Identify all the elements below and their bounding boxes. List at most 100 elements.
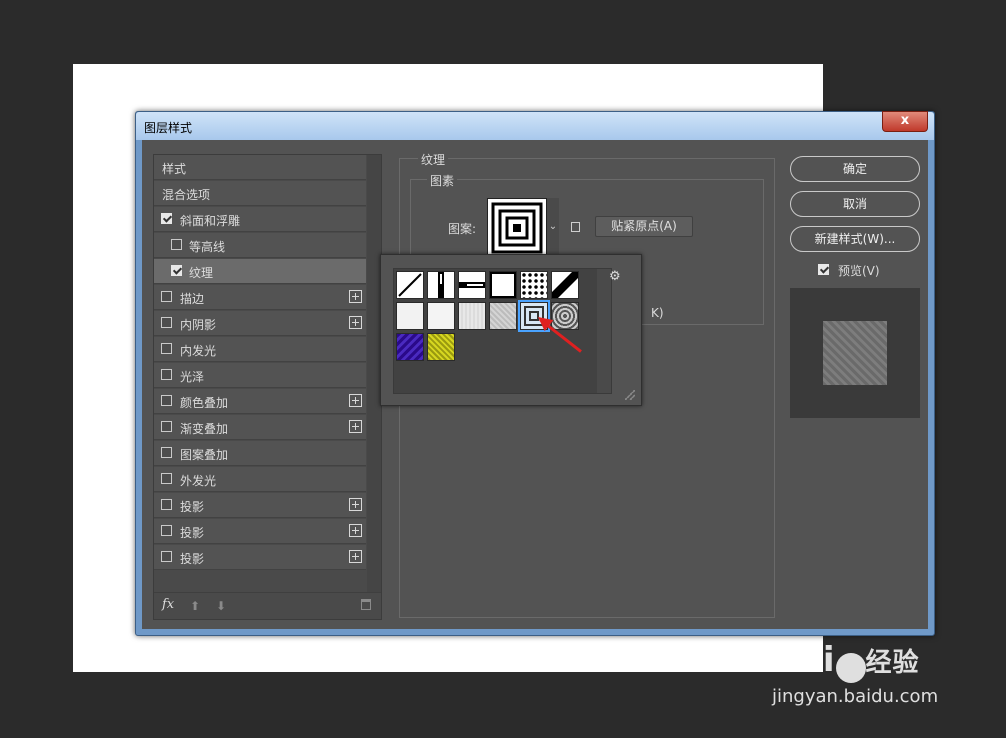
style-item-pattern-overlay[interactable]: 图案叠加 <box>154 441 366 466</box>
pattern-swatch[interactable] <box>458 271 486 299</box>
style-item-label: 内发光 <box>180 344 217 358</box>
add-gradient-overlay-icon[interactable] <box>349 420 362 433</box>
add-color-overlay-icon[interactable] <box>349 394 362 407</box>
style-item-inner-glow[interactable]: 内发光 <box>154 337 366 362</box>
add-drop-shadow-icon[interactable] <box>349 524 362 537</box>
dialog-title: 图层样式 <box>144 121 193 135</box>
add-drop-shadow-icon[interactable] <box>349 550 362 563</box>
dialog-client: 样式 混合选项 斜面和浮雕 等高线 纹理 描边 内阴影 内发光 光泽 颜色叠加 … <box>142 140 928 629</box>
style-item-label: 斜面和浮雕 <box>180 214 241 228</box>
pattern-label: 图案: <box>448 222 477 236</box>
style-preview <box>790 288 920 418</box>
style-item-label: 光泽 <box>180 370 205 384</box>
move-up-icon[interactable]: ⬆ <box>190 599 200 613</box>
style-item-label: 纹理 <box>189 266 214 280</box>
style-list-toolbar: fx ⬆ ⬇ <box>154 592 381 619</box>
texture-checkbox[interactable] <box>171 265 182 276</box>
ok-button[interactable]: 确定 <box>790 156 920 182</box>
add-inner-shadow-icon[interactable] <box>349 316 362 329</box>
preview-checkbox[interactable] <box>818 264 829 275</box>
pattern-swatch[interactable] <box>551 302 579 330</box>
gear-icon[interactable]: ⚙ <box>609 269 621 284</box>
blend-options-label: 混合选项 <box>162 188 211 202</box>
style-header-label: 样式 <box>162 162 187 176</box>
elements-group-title: 图素 <box>427 172 458 189</box>
stroke-checkbox[interactable] <box>161 291 172 302</box>
outer-glow-checkbox[interactable] <box>161 473 172 484</box>
snap-to-origin-button[interactable]: 贴紧原点(A) <box>595 216 693 237</box>
pattern-thumbnail[interactable] <box>487 198 547 258</box>
resize-grip-icon[interactable] <box>625 390 635 400</box>
pattern-swatch[interactable] <box>427 302 455 330</box>
satin-checkbox[interactable] <box>161 369 172 380</box>
preview-swatch <box>823 321 887 385</box>
cancel-button[interactable]: 取消 <box>790 191 920 217</box>
move-down-icon[interactable]: ⬇ <box>216 599 226 613</box>
style-item-contour[interactable]: 等高线 <box>154 233 366 258</box>
pattern-swatch[interactable] <box>396 333 424 361</box>
blend-options-item[interactable]: 混合选项 <box>154 181 366 206</box>
pattern-swatch[interactable] <box>520 271 548 299</box>
pattern-swatch[interactable] <box>427 271 455 299</box>
preview-label: 预览(V) <box>838 264 880 278</box>
add-stroke-icon[interactable] <box>349 290 362 303</box>
watermark-brand: Bai <box>772 640 836 680</box>
style-item-label: 描边 <box>180 292 205 306</box>
pattern-swatch[interactable] <box>458 302 486 330</box>
inner-glow-checkbox[interactable] <box>161 343 172 354</box>
pattern-swatch[interactable] <box>488 270 518 300</box>
style-item-label: 投影 <box>180 526 205 540</box>
close-button[interactable]: x <box>882 111 928 132</box>
pattern-grid <box>393 268 612 394</box>
style-item-color-overlay[interactable]: 颜色叠加 <box>154 389 366 414</box>
fx-icon[interactable]: fx <box>162 597 174 612</box>
style-item-texture[interactable]: 纹理 <box>154 259 366 284</box>
style-item-label: 颜色叠加 <box>180 396 229 410</box>
contour-checkbox[interactable] <box>171 239 182 250</box>
inner-shadow-checkbox[interactable] <box>161 317 172 328</box>
pattern-swatch[interactable] <box>489 302 517 330</box>
pattern-grid-scrollbar[interactable] <box>597 269 611 393</box>
color-overlay-checkbox[interactable] <box>161 395 172 406</box>
style-item-drop-shadow-3[interactable]: 投影 <box>154 545 366 570</box>
style-item-drop-shadow-2[interactable]: 投影 <box>154 519 366 544</box>
style-item-label: 投影 <box>180 552 205 566</box>
style-item-label: 内阴影 <box>180 318 217 332</box>
drop-shadow-checkbox[interactable] <box>161 499 172 510</box>
new-style-button[interactable]: 新建样式(W)... <box>790 226 920 252</box>
gradient-overlay-checkbox[interactable] <box>161 421 172 432</box>
drop-shadow-checkbox[interactable] <box>161 525 172 536</box>
style-item-satin[interactable]: 光泽 <box>154 363 366 388</box>
style-item-label: 图案叠加 <box>180 448 229 462</box>
style-item-label: 投影 <box>180 500 205 514</box>
style-item-drop-shadow-1[interactable]: 投影 <box>154 493 366 518</box>
layer-style-dialog: 图层样式 x 样式 混合选项 斜面和浮雕 等高线 纹理 描边 内阴影 内发光 光… <box>135 111 935 636</box>
style-list: 样式 混合选项 斜面和浮雕 等高线 纹理 描边 内阴影 内发光 光泽 颜色叠加 … <box>153 154 382 620</box>
style-list-header[interactable]: 样式 <box>154 155 366 180</box>
style-item-bevel-emboss[interactable]: 斜面和浮雕 <box>154 207 366 232</box>
pattern-overlay-checkbox[interactable] <box>161 447 172 458</box>
add-drop-shadow-icon[interactable] <box>349 498 362 511</box>
pattern-swatch[interactable] <box>396 302 424 330</box>
style-item-stroke[interactable]: 描边 <box>154 285 366 310</box>
style-item-gradient-overlay[interactable]: 渐变叠加 <box>154 415 366 440</box>
watermark: Bai 经验 jingyan.baidu.com <box>772 640 938 707</box>
style-item-label: 等高线 <box>189 240 226 254</box>
pattern-dropdown-icon[interactable]: ⌄ <box>547 198 559 256</box>
style-list-scrollbar[interactable] <box>367 155 381 619</box>
bevel-emboss-checkbox[interactable] <box>161 213 172 224</box>
pattern-picker-popup: ⚙ <box>380 254 642 406</box>
pattern-swatch[interactable] <box>551 271 579 299</box>
texture-group-title: 纹理 <box>418 151 449 168</box>
style-item-label: 渐变叠加 <box>180 422 229 436</box>
drop-shadow-checkbox[interactable] <box>161 551 172 562</box>
pattern-swatch[interactable] <box>396 271 424 299</box>
new-preset-icon[interactable] <box>571 222 580 232</box>
pattern-swatch[interactable] <box>427 333 455 361</box>
style-item-outer-glow[interactable]: 外发光 <box>154 467 366 492</box>
watermark-url: jingyan.baidu.com <box>772 686 939 707</box>
style-item-inner-shadow[interactable]: 内阴影 <box>154 311 366 336</box>
title-bar: 图层样式 x <box>136 111 934 140</box>
partially-hidden-label: K) <box>651 306 664 320</box>
trash-icon[interactable] <box>361 599 371 610</box>
